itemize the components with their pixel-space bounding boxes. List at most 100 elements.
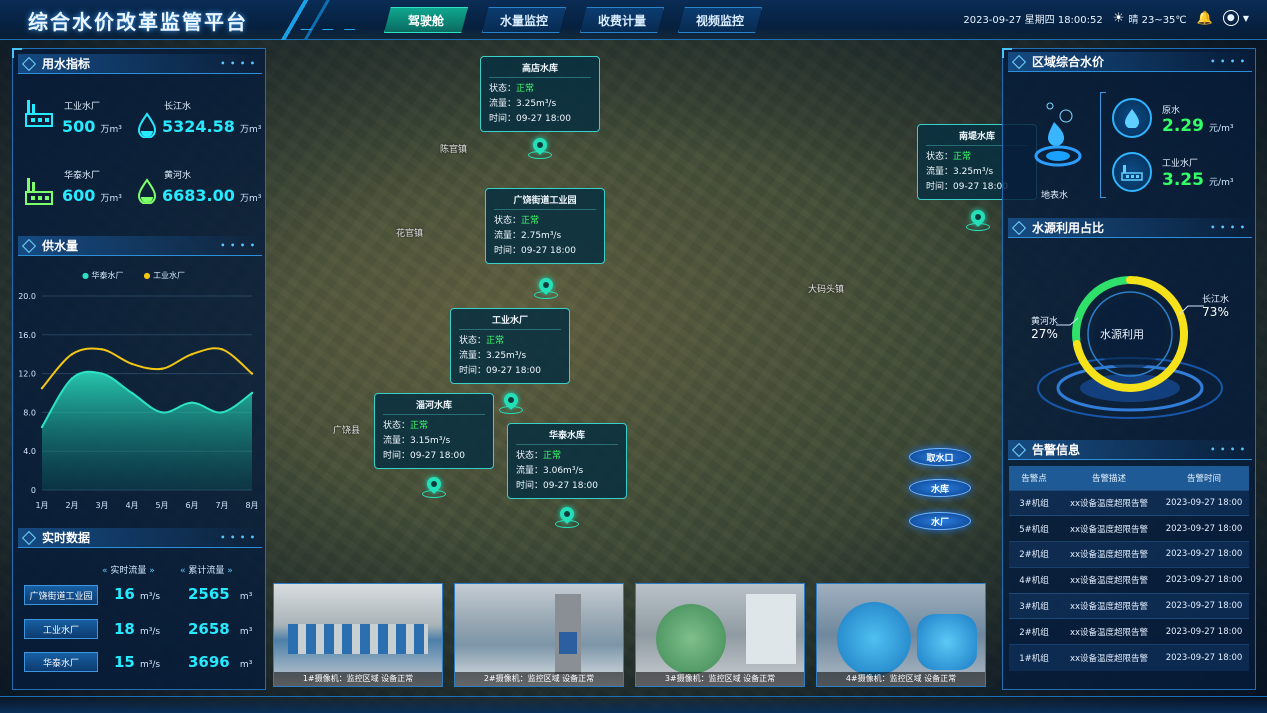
section-title-price: 区域综合水价 • • • •	[1008, 52, 1252, 72]
table-row[interactable]: 5#机组 xx设备温度超限告警 2023-09-27 18:00	[1009, 515, 1249, 542]
diamond-icon	[21, 530, 37, 545]
camera-caption: 4#摄像机：监控区域 设备正常	[817, 672, 985, 686]
data-point	[190, 401, 194, 404]
user-icon[interactable]: ●	[1222, 10, 1239, 26]
table-row[interactable]: 1#机组 xx设备温度超限告警 2023-09-27 18:00	[1009, 644, 1249, 671]
y-tick-label: 0	[31, 486, 36, 495]
tab-cockpit[interactable]: 驾驶舱	[384, 7, 468, 33]
usage-label: 华泰水厂	[64, 171, 101, 181]
town-label: 陈官镇	[440, 145, 468, 155]
bracket-line	[1100, 92, 1106, 198]
x-tick-label: 7月	[215, 501, 228, 510]
usage-label: 黄河水	[164, 171, 192, 181]
price-value: 3.25	[1162, 170, 1204, 190]
legend-item: ● 华泰水厂	[82, 271, 124, 280]
camera-thumbnail[interactable]: 4#摄像机：监控区域 设备正常	[816, 583, 986, 687]
price-value: 2.29	[1162, 116, 1204, 136]
filter-plant-button[interactable]: 水厂	[909, 512, 971, 530]
data-point	[160, 367, 164, 370]
factory-icon	[25, 100, 53, 127]
total-value: 2565	[188, 585, 230, 603]
weather: 晴 23~35℃	[1128, 14, 1187, 26]
usage-value: 5324.58	[162, 117, 235, 136]
usage-value: 600	[62, 186, 96, 205]
station-popup[interactable]: 广饶街道工业园 状态：正常 流量：2.75m³/s 时间：09-27 18:00	[485, 188, 605, 264]
usage-unit: 万m³	[239, 125, 262, 135]
legend-item: ● 工业水厂	[143, 271, 186, 280]
price-label: 工业水厂	[1162, 159, 1199, 169]
x-tick-label: 1月	[35, 501, 48, 510]
realtime-row-name[interactable]: 工业水厂	[24, 619, 98, 639]
factory-icon	[25, 178, 53, 205]
town-label: 大码头镇	[808, 285, 845, 295]
bottom-decor	[0, 696, 1267, 713]
filter-intake-button[interactable]: 取水口	[909, 448, 971, 466]
table-row[interactable]: 2#机组 xx设备温度超限告警 2023-09-27 18:00	[1009, 541, 1249, 568]
data-point	[100, 348, 104, 351]
y-tick-label: 12.0	[18, 370, 36, 379]
water-drop-icon	[137, 178, 157, 205]
tab-water-monitor[interactable]: 水量监控	[482, 7, 566, 33]
header-status: 2023-09-27 星期四 18:00:52 ☀ 晴 23~35℃ 🔔 ● ▼	[963, 10, 1249, 26]
station-popup[interactable]: 工业水厂 状态：正常 流量：3.25m³/s 时间：09-27 18:00	[450, 308, 570, 384]
diamond-icon	[1011, 220, 1027, 235]
data-point	[130, 362, 134, 366]
flow-value: 16	[114, 585, 135, 603]
data-point	[130, 391, 134, 395]
surface-water-icon	[1034, 102, 1082, 167]
data-point	[220, 348, 224, 351]
table-row[interactable]: 2#机组 xx设备温度超限告警 2023-09-27 18:00	[1009, 618, 1249, 645]
station-popup[interactable]: 高店水库 状态：正常 流量：3.25m³/s 时间：09-27 18:00	[480, 56, 600, 132]
alarm-table-wrap: 告警点 告警描述 告警时间 3#机组 xx设备温度超限告警 2023-09-27 1…	[1009, 466, 1249, 671]
data-point	[70, 377, 74, 380]
chart-legend: ● 华泰水厂 ● 工业水厂	[82, 270, 185, 281]
supply-chart: 0 4.0 8.0 12.0 16.0 20.0 1月 2月 3月 4月 5月 6月 7月 8月	[18, 292, 258, 510]
camera-thumbnail[interactable]: 1#摄像机：监控区域 设备正常	[273, 583, 443, 687]
realtime-row-name[interactable]: 广饶街道工业园	[24, 585, 98, 605]
data-point	[100, 372, 104, 375]
camera-thumbnail[interactable]: 3#摄像机：监控区域 设备正常	[635, 583, 805, 687]
y-tick-label: 8.0	[23, 408, 36, 417]
datetime: 2023-09-27 星期四 18:00:52	[963, 14, 1103, 26]
sun-icon: ☀	[1112, 10, 1125, 26]
station-popup[interactable]: 华泰水库 状态：正常 流量：3.06m³/s 时间：09-27 18:00	[507, 423, 627, 499]
col-header-flow: 实时流量	[110, 566, 147, 576]
ratio-label: 黄河水 27%	[1031, 317, 1059, 341]
table-row[interactable]: 4#机组 xx设备温度超限告警 2023-09-27 18:00	[1009, 566, 1249, 594]
station-popup[interactable]: 淄河水库 状态：正常 流量：3.15m³/s 时间：09-27 18:00	[374, 393, 494, 469]
data-point	[70, 353, 74, 356]
series-area-huatai	[42, 371, 252, 490]
town-label: 广饶县	[333, 426, 361, 436]
bell-icon[interactable]: 🔔	[1197, 11, 1213, 26]
camera-thumbnail[interactable]: 2#摄像机：监控区域 设备正常	[454, 583, 624, 687]
data-point	[160, 411, 164, 414]
app-title: 综合水价改革监管平台	[28, 10, 248, 34]
y-tick-label: 4.0	[23, 447, 36, 456]
usage-label: 长江水	[164, 102, 192, 112]
realtime-row-name[interactable]: 华泰水厂	[24, 652, 98, 672]
camera-caption: 2#摄像机：监控区域 设备正常	[455, 672, 623, 686]
filter-reservoir-button[interactable]: 水库	[909, 479, 971, 497]
x-tick-label: 2月	[65, 501, 78, 510]
section-title-usage: 用水指标 • • • •	[18, 54, 262, 74]
section-title-alarms: 告警信息 • • • •	[1008, 440, 1252, 460]
diamond-icon	[21, 238, 37, 253]
water-drop-icon	[137, 112, 157, 139]
data-point	[220, 411, 224, 414]
total-value: 3696	[188, 653, 230, 671]
tab-video[interactable]: 视频监控	[678, 7, 762, 33]
data-point	[250, 372, 254, 375]
camera-caption: 3#摄像机：监控区域 设备正常	[636, 672, 804, 686]
x-tick-label: 4月	[125, 501, 138, 510]
chevron-down-icon[interactable]: ▼	[1243, 14, 1249, 23]
table-row[interactable]: 3#机组 xx设备温度超限告警 2023-09-27 18:00	[1009, 592, 1249, 619]
tab-billing[interactable]: 收费计量	[580, 7, 664, 33]
x-tick-label: 5月	[155, 501, 168, 510]
usage-value: 6683.00	[162, 186, 235, 205]
table-row[interactable]: 3#机组 xx设备温度超限告警 2023-09-27 18:00	[1009, 489, 1249, 516]
x-tick-label: 8月	[245, 501, 258, 510]
usage-unit: 万m³	[100, 125, 122, 135]
plant-icon	[1112, 152, 1152, 192]
diamond-icon	[1011, 442, 1027, 457]
usage-unit: 万m³	[239, 194, 262, 204]
